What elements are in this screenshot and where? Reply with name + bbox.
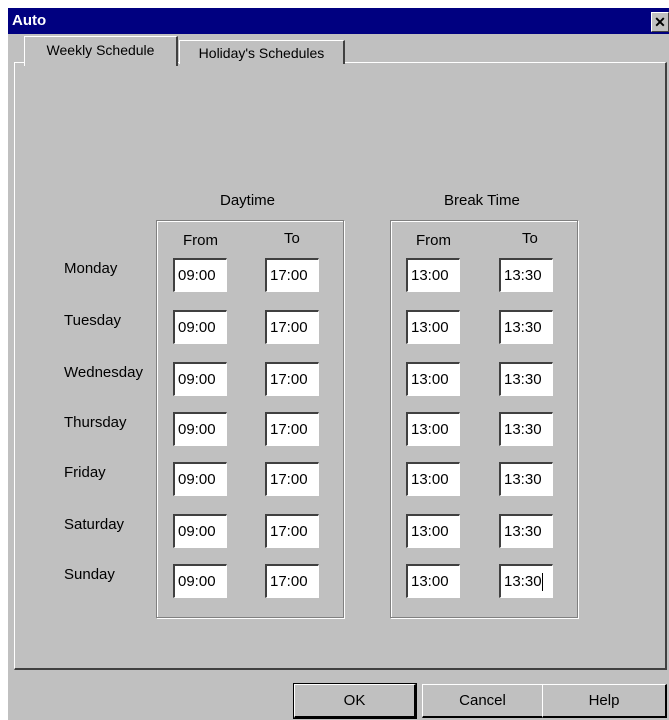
text-caret xyxy=(541,573,543,592)
tuesday-day-to-field[interactable]: 17:00 xyxy=(265,310,319,344)
monday-break-from-field[interactable]: 13:00 xyxy=(406,258,460,292)
cancel-button[interactable]: Cancel xyxy=(422,684,544,718)
break-from-label: From xyxy=(416,232,451,249)
help-button[interactable]: Help xyxy=(542,684,667,718)
friday-break-to-field[interactable]: 13:30 xyxy=(499,462,553,496)
day-label-saturday: Saturday xyxy=(64,516,125,533)
dialog-window: Auto ✕ Holiday's Schedules Weekly Schedu… xyxy=(8,8,669,720)
break-time-heading: Break Time xyxy=(444,192,520,209)
day-label-wednesday: Wednesday xyxy=(64,364,143,381)
monday-day-to-field[interactable]: 17:00 xyxy=(265,258,319,292)
sunday-break-from-field[interactable]: 13:00 xyxy=(406,564,460,598)
day-label-sunday: Sunday xyxy=(64,566,115,583)
sunday-day-from-field[interactable]: 09:00 xyxy=(173,564,227,598)
day-label-monday: Monday xyxy=(64,260,118,277)
wednesday-day-from-field[interactable]: 09:00 xyxy=(173,362,227,396)
ok-button[interactable]: OK xyxy=(293,683,417,719)
break-to-label: To xyxy=(522,230,538,247)
thursday-break-to-field[interactable]: 13:30 xyxy=(499,412,553,446)
tuesday-day-from-field[interactable]: 09:00 xyxy=(173,310,227,344)
saturday-break-from-field[interactable]: 13:00 xyxy=(406,514,460,548)
saturday-day-to-field[interactable]: 17:00 xyxy=(265,514,319,548)
tuesday-break-to-field[interactable]: 13:30 xyxy=(499,310,553,344)
day-label-thursday: Thursday xyxy=(64,414,127,431)
title-bar[interactable]: Auto ✕ xyxy=(8,8,669,34)
saturday-break-to-field[interactable]: 13:30 xyxy=(499,514,553,548)
friday-day-from-field[interactable]: 09:00 xyxy=(173,462,227,496)
monday-break-to-field[interactable]: 13:30 xyxy=(499,258,553,292)
thursday-day-from-field[interactable]: 09:00 xyxy=(173,412,227,446)
close-icon[interactable]: ✕ xyxy=(651,12,669,32)
friday-break-from-field[interactable]: 13:00 xyxy=(406,462,460,496)
wednesday-break-from-field[interactable]: 13:00 xyxy=(406,362,460,396)
daytime-heading: Daytime xyxy=(220,192,276,209)
thursday-day-to-field[interactable]: 17:00 xyxy=(265,412,319,446)
window-title: Auto xyxy=(12,12,47,29)
sunday-break-to-field[interactable]: 13:30 xyxy=(499,564,553,598)
wednesday-day-to-field[interactable]: 17:00 xyxy=(265,362,319,396)
day-label-friday: Friday xyxy=(64,464,106,481)
daytime-from-label: From xyxy=(183,232,218,249)
tuesday-break-from-field[interactable]: 13:00 xyxy=(406,310,460,344)
monday-day-from-field[interactable]: 09:00 xyxy=(173,258,227,292)
saturday-day-from-field[interactable]: 09:00 xyxy=(173,514,227,548)
daytime-to-label: To xyxy=(284,230,300,247)
thursday-break-from-field[interactable]: 13:00 xyxy=(406,412,460,446)
tab-holidays-schedules[interactable]: Holiday's Schedules xyxy=(179,40,345,64)
sunday-break-to-value: 13:30 xyxy=(504,573,542,590)
wednesday-break-to-field[interactable]: 13:30 xyxy=(499,362,553,396)
day-label-tuesday: Tuesday xyxy=(64,312,121,329)
friday-day-to-field[interactable]: 17:00 xyxy=(265,462,319,496)
tab-weekly-schedule[interactable]: Weekly Schedule xyxy=(24,36,178,66)
sunday-day-to-field[interactable]: 17:00 xyxy=(265,564,319,598)
